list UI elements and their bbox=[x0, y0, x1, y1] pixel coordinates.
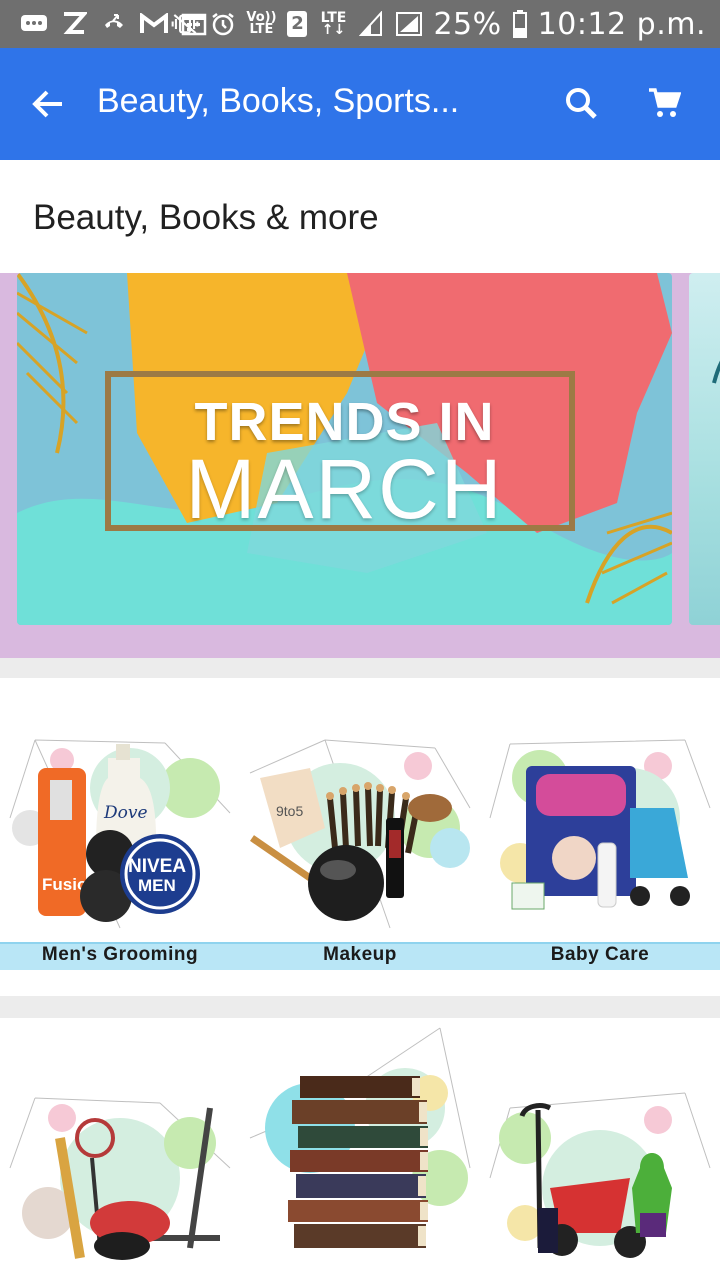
category-books[interactable] bbox=[240, 1018, 480, 1280]
section-header: Beauty, Books & more bbox=[0, 160, 720, 273]
svg-text:Dove: Dove bbox=[103, 803, 148, 823]
search-button[interactable] bbox=[556, 78, 606, 128]
back-button[interactable] bbox=[22, 78, 74, 130]
baby-care-image bbox=[489, 739, 711, 910]
search-icon bbox=[566, 88, 597, 119]
category-row-2 bbox=[0, 1018, 720, 1280]
status-time: 10:12 p.m. bbox=[537, 6, 706, 42]
category-label: Men's Grooming bbox=[41, 944, 199, 965]
category-mens-grooming[interactable]: Fusion Dove NIVEA MEN Men's Grooming bbox=[0, 678, 240, 996]
cart-icon bbox=[649, 88, 681, 117]
app-bar-title: Beauty, Books, Sports... bbox=[97, 82, 460, 120]
status-right-icons: Vo)) LTE 2 LTE ↑↓ 25% 10:12 p.m. bbox=[171, 6, 706, 42]
books-image bbox=[249, 1027, 471, 1248]
svg-text:9to5: 9to5 bbox=[276, 803, 303, 819]
banner-subheadline: MARCH bbox=[185, 442, 504, 536]
palm-leaf-icon bbox=[712, 360, 720, 384]
category-label: Baby Care bbox=[550, 944, 650, 965]
category-sports[interactable] bbox=[0, 1018, 240, 1280]
svg-text:NIVEA: NIVEA bbox=[128, 856, 186, 877]
alarm-icon bbox=[209, 11, 237, 37]
missed-call-icon bbox=[100, 11, 128, 37]
sim-2-icon: 2 bbox=[285, 11, 309, 37]
banner-carousel[interactable]: TRENDS IN MARCH bbox=[0, 273, 720, 658]
signal-full-icon bbox=[395, 11, 423, 37]
category-label: Makeup bbox=[323, 944, 397, 965]
lte-icon: LTE ↑↓ bbox=[320, 10, 347, 38]
battery-icon bbox=[512, 10, 528, 38]
trends-in-march-banner[interactable]: TRENDS IN MARCH bbox=[17, 273, 672, 625]
next-banner-peek[interactable] bbox=[689, 273, 720, 625]
category-makeup[interactable]: 9to5 Makeup bbox=[240, 678, 480, 996]
category-toys[interactable] bbox=[480, 1018, 720, 1280]
gmail-icon bbox=[140, 11, 168, 37]
volte-icon: Vo)) LTE bbox=[246, 10, 277, 37]
z-app-icon bbox=[60, 11, 88, 37]
section-title: Beauty, Books & more bbox=[33, 198, 379, 237]
battery-percent: 25% bbox=[433, 6, 502, 42]
mens-grooming-image: Fusion Dove NIVEA MEN bbox=[9, 739, 231, 929]
message-icon bbox=[20, 11, 48, 37]
vibrate-icon bbox=[171, 11, 199, 37]
arrow-left-icon bbox=[32, 90, 62, 118]
toys-image bbox=[489, 1092, 711, 1258]
category-row-1: Fusion Dove NIVEA MEN Men's Grooming 9to… bbox=[0, 678, 720, 996]
status-bar: Vo)) LTE 2 LTE ↑↓ 25% 10:12 p.m. bbox=[0, 0, 720, 48]
sports-image bbox=[9, 1097, 231, 1260]
category-baby-care[interactable]: Baby Care bbox=[480, 678, 720, 996]
cart-button[interactable] bbox=[639, 78, 689, 128]
svg-text:MEN: MEN bbox=[138, 876, 176, 895]
makeup-image: 9to5 bbox=[249, 739, 471, 929]
signal-icon bbox=[357, 11, 385, 37]
app-bar: Beauty, Books, Sports... bbox=[0, 48, 720, 160]
